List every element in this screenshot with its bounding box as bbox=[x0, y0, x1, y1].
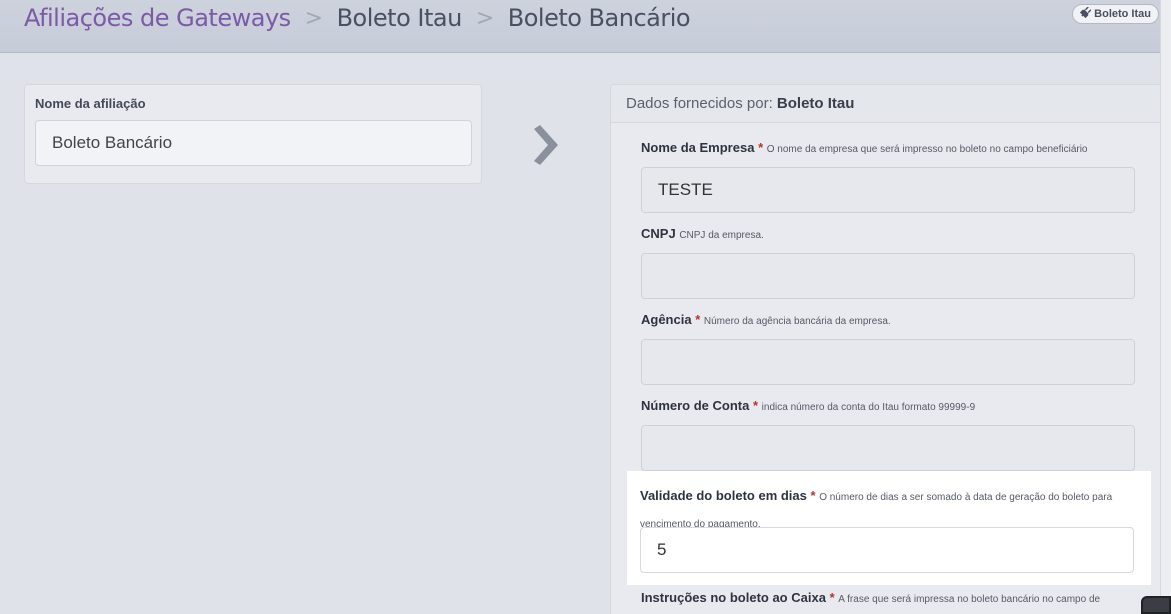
agency-field: Agência * Número da agência bancária da … bbox=[641, 311, 1135, 385]
vertical-scrollbar[interactable] bbox=[1160, 0, 1171, 614]
cashier-instructions-field: Instruções no boleto ao Caixa * A frase … bbox=[641, 589, 1135, 609]
cnpj-label: CNPJ bbox=[641, 226, 676, 241]
company-name-field: Nome da Empresa * O nome da empresa que … bbox=[641, 139, 1135, 213]
cnpj-hint: CNPJ da empresa. bbox=[679, 230, 764, 241]
account-number-label: Número de Conta bbox=[641, 398, 750, 413]
account-number-field: Número de Conta * indica número da conta… bbox=[641, 397, 1135, 471]
breadcrumb-current: Boleto Bancário bbox=[507, 4, 691, 32]
gateway-badge[interactable]: Boleto Itau bbox=[1072, 4, 1159, 24]
cashier-instructions-hint: A frase que será impressa no boleto banc… bbox=[838, 594, 1101, 605]
agency-input[interactable] bbox=[641, 339, 1135, 385]
gateway-badge-label: Boleto Itau bbox=[1094, 8, 1151, 20]
provider-panel-header: Dados fornecidos por: Boleto Itau bbox=[611, 85, 1164, 123]
required-marker: * bbox=[695, 312, 701, 327]
boleto-validity-input[interactable] bbox=[640, 527, 1134, 573]
affiliation-name-label: Nome da afiliação bbox=[35, 96, 146, 111]
breadcrumb-gateway[interactable]: Boleto Itau bbox=[337, 4, 463, 32]
company-name-hint: O nome da empresa que será impresso no b… bbox=[766, 144, 1088, 155]
cnpj-field: CNPJ CNPJ da empresa. bbox=[641, 225, 1135, 299]
account-number-input[interactable] bbox=[641, 425, 1135, 471]
breadcrumb-separator: > bbox=[475, 5, 494, 31]
agency-hint: Número da agência bancária da empresa. bbox=[703, 316, 891, 327]
required-marker: * bbox=[829, 590, 835, 605]
cashier-instructions-label: Instruções no boleto ao Caixa bbox=[641, 590, 826, 605]
account-number-hint: indica número da conta do Itau formato 9… bbox=[761, 402, 976, 413]
boleto-validity-label: Validade do boleto em dias bbox=[640, 488, 807, 503]
boleto-validity-field: Validade do boleto em dias * O número de… bbox=[627, 471, 1151, 585]
affiliation-name-input[interactable] bbox=[35, 120, 472, 166]
breadcrumb: Afiliações de Gateways > Boleto Itau > B… bbox=[24, 4, 691, 32]
company-name-label: Nome da Empresa bbox=[641, 140, 755, 155]
chevron-right-icon bbox=[530, 125, 560, 165]
scroll-to-top-button[interactable] bbox=[1141, 596, 1171, 614]
required-marker: * bbox=[752, 398, 759, 413]
required-marker: * bbox=[758, 140, 764, 155]
affiliation-panel: Nome da afiliação bbox=[24, 84, 482, 184]
page-header: Afiliações de Gateways > Boleto Itau > B… bbox=[0, 0, 1160, 53]
provider-name: Boleto Itau bbox=[776, 95, 855, 112]
agency-label: Agência bbox=[641, 312, 692, 327]
plug-icon bbox=[1080, 6, 1092, 21]
breadcrumb-separator: > bbox=[304, 5, 323, 31]
cnpj-input[interactable] bbox=[641, 253, 1135, 299]
breadcrumb-root-link[interactable]: Afiliações de Gateways bbox=[24, 4, 291, 32]
company-name-input[interactable] bbox=[641, 167, 1135, 213]
required-marker: * bbox=[810, 488, 816, 503]
provider-prefix: Dados fornecidos por: bbox=[626, 95, 777, 112]
